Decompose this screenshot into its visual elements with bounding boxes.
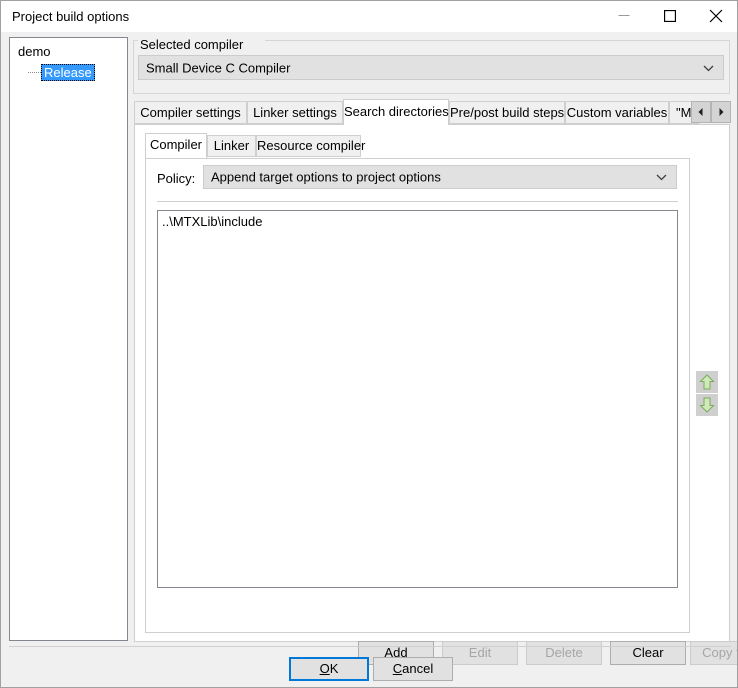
options-pane: Selected compiler Small Device C Compile… — [133, 37, 737, 665]
tree-item-release[interactable]: Release — [28, 64, 98, 81]
policy-label: Policy: — [157, 171, 196, 186]
tab-linker-settings[interactable]: Linker settings — [247, 101, 343, 124]
list-item[interactable]: ..\MTXLib\include — [162, 214, 262, 229]
inner-tab-resource-compiler[interactable]: Resource compiler — [256, 135, 365, 157]
tree-connector-line — [28, 72, 41, 73]
cancel-button-label: ancel — [402, 661, 434, 676]
title-bar: Project build options — [1, 1, 737, 32]
chevron-down-icon — [703, 59, 714, 77]
compiler-select-value: Small Device C Compiler — [146, 60, 291, 75]
policy-select[interactable]: Append target options to project options — [203, 165, 677, 189]
arrow-down-icon — [699, 397, 715, 413]
group-border-right — [265, 40, 729, 41]
ok-button-accel: O — [319, 661, 330, 676]
tabs-scroll-left-button[interactable] — [691, 101, 711, 123]
maximize-button[interactable] — [647, 1, 693, 31]
policy-select-value: Append target options to project options — [211, 169, 441, 185]
selected-compiler-legend: Selected compiler — [138, 37, 246, 52]
tree-item-release-label: Release — [41, 64, 95, 81]
section-divider — [157, 201, 678, 202]
search-directories-panel: Compiler Linker Resource compiler Policy… — [134, 124, 730, 642]
move-up-button[interactable] — [696, 371, 718, 393]
inner-tab-compiler[interactable]: Compiler — [145, 133, 207, 158]
window-title: Project build options — [12, 9, 130, 24]
cancel-button[interactable]: Cancel — [373, 657, 453, 681]
compiler-directories-page: Policy: Append target options to project… — [145, 158, 690, 633]
ok-button-label: K — [329, 661, 339, 676]
chevron-left-icon — [698, 108, 703, 116]
close-icon — [709, 9, 723, 23]
clear-button[interactable]: Clear — [610, 641, 686, 665]
footer-divider — [9, 646, 731, 647]
maximize-icon — [664, 10, 676, 22]
edit-button[interactable]: Edit — [442, 641, 518, 665]
tab-custom-variables[interactable]: Custom variables — [565, 101, 669, 124]
directories-list[interactable]: ..\MTXLib\include — [157, 210, 678, 588]
chevron-down-icon — [656, 168, 667, 186]
tab-compiler-settings[interactable]: Compiler settings — [134, 101, 247, 124]
dialog-client-area: demo Release Selected compiler Small Dev… — [2, 32, 737, 687]
close-button[interactable] — [693, 1, 737, 31]
project-build-options-dialog: Project build options demo Release Selec… — [0, 0, 738, 688]
build-options-tabs[interactable]: Compiler settings Linker settings Search… — [134, 99, 731, 125]
chevron-right-icon — [719, 108, 724, 116]
tree-item-project[interactable]: demo — [18, 44, 51, 59]
minimize-icon — [618, 15, 630, 16]
inner-tab-linker[interactable]: Linker — [207, 135, 256, 157]
move-down-button[interactable] — [696, 394, 718, 416]
copy-to-button[interactable]: Copy to... — [690, 641, 737, 665]
tab-search-directories[interactable]: Search directories — [343, 99, 449, 125]
compiler-select[interactable]: Small Device C Compiler — [138, 55, 724, 80]
ok-button[interactable]: OK — [289, 657, 369, 681]
tab-pre-post-build-steps[interactable]: Pre/post build steps — [449, 101, 565, 124]
target-tree[interactable]: demo Release — [9, 37, 128, 641]
arrow-up-icon — [699, 374, 715, 390]
minimize-button[interactable] — [601, 1, 647, 31]
delete-button[interactable]: Delete — [526, 641, 602, 665]
cancel-button-accel: C — [392, 661, 403, 676]
tabs-scroll-right-button[interactable] — [711, 101, 731, 123]
